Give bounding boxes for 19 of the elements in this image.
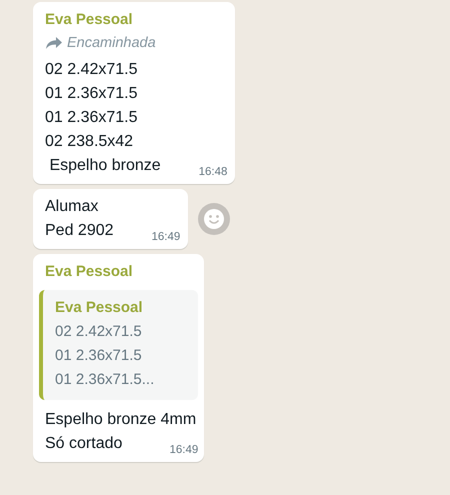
message-time: 16:48 (198, 165, 228, 180)
message-line: Ped 2902 (45, 222, 114, 239)
message-time: 16:49 (169, 443, 198, 458)
message-line: Espelho bronze 4mm (45, 411, 196, 428)
message-line: 02 238.5x42 (45, 133, 134, 150)
message-time: 16:49 (152, 230, 180, 245)
emoji-reaction-button[interactable] (198, 203, 230, 235)
message-line: 01 2.36x71.5 (45, 109, 138, 126)
quoted-sender: Eva Pessoal (55, 298, 143, 318)
message-line: Espelho bronze (48, 157, 161, 174)
sender-name: Eva Pessoal (45, 10, 133, 30)
forwarded-label: Encaminhada (45, 32, 156, 54)
sender-name: Eva Pessoal (45, 262, 133, 282)
forward-icon (45, 36, 63, 50)
message-line: Alumax (45, 198, 98, 215)
quoted-text: 02 2.42x71.5 01 2.36x71.5 01 2.36x71.5... (55, 322, 154, 390)
message-line: Só cortado (45, 435, 122, 452)
message-line: 02 2.42x71.5 (45, 61, 138, 78)
message-line: 01 2.36x71.5 (45, 85, 138, 102)
